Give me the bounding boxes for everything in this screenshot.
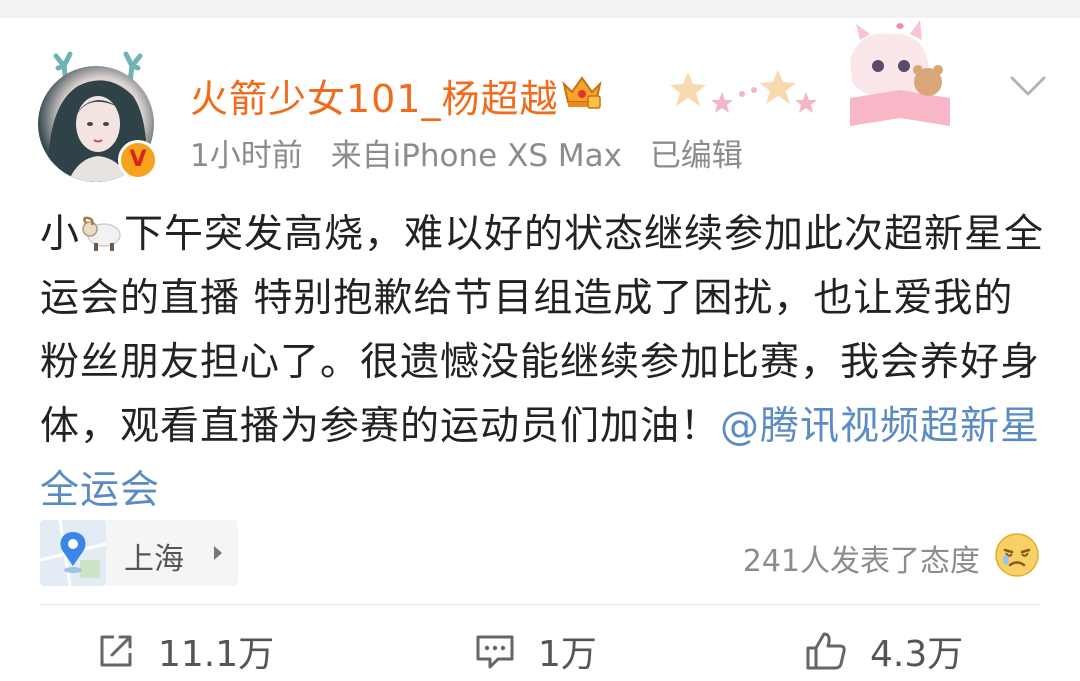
decorative-card-art bbox=[670, 20, 950, 126]
chevron-down-icon[interactable] bbox=[1008, 72, 1048, 100]
crown-icon[interactable] bbox=[560, 70, 604, 110]
post-text: 小下午突发高烧，难以好的状态继续参加此次超新星全运会的直播 特别抱歉给节目组造成… bbox=[40, 203, 1045, 523]
reactions-summary[interactable]: 241人发表了态度 bbox=[743, 536, 980, 580]
divider bbox=[40, 604, 1040, 605]
avatar[interactable]: V bbox=[38, 44, 158, 182]
like-count: 4.3万 bbox=[870, 634, 964, 675]
thumbs-up-icon bbox=[806, 632, 846, 670]
repost-count: 11.1万 bbox=[158, 634, 275, 675]
verified-v-badge-icon: V bbox=[118, 140, 158, 180]
post-source: 来自iPhone XS Max bbox=[330, 138, 622, 174]
like-button[interactable]: 4.3万 bbox=[804, 626, 963, 676]
repost-button[interactable]: 11.1万 bbox=[96, 626, 274, 676]
post-time: 1小时前 bbox=[190, 138, 303, 174]
comment-icon bbox=[476, 635, 514, 669]
crying-face-icon[interactable] bbox=[994, 532, 1040, 578]
location-pin-icon bbox=[40, 520, 106, 586]
location-chip[interactable]: 上海 bbox=[40, 520, 238, 586]
post-text-part1: 小 bbox=[40, 212, 81, 257]
edited-label[interactable]: 已编辑 bbox=[650, 138, 743, 174]
repost-icon bbox=[100, 635, 132, 667]
post-meta: 1小时前 来自iPhone XS Max 已编辑 bbox=[190, 130, 761, 175]
comment-count: 1万 bbox=[538, 634, 597, 675]
top-gray-bar bbox=[0, 0, 1080, 18]
comment-button[interactable]: 1万 bbox=[474, 626, 597, 676]
chevron-right-icon bbox=[214, 546, 222, 560]
location-label: 上海 bbox=[124, 542, 184, 577]
sheep-emoji-icon bbox=[82, 216, 121, 251]
username[interactable]: 火箭少女101_杨超越 bbox=[190, 68, 559, 123]
